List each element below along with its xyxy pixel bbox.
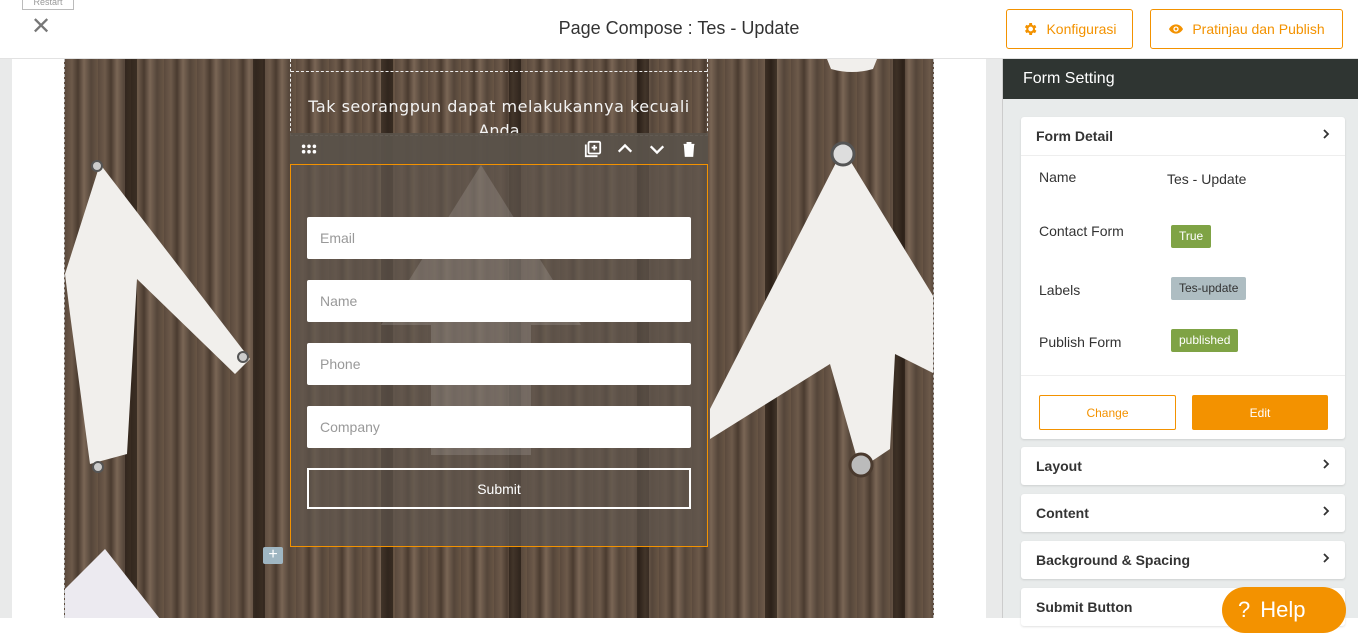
plus-icon[interactable]: +: [263, 547, 283, 564]
chevron-right-icon: [1323, 459, 1330, 469]
top-right-arrow-tip: [827, 59, 877, 72]
trash-icon[interactable]: [678, 138, 700, 160]
layout-section[interactable]: Layout: [1021, 447, 1345, 485]
block-toolbar: [290, 133, 708, 164]
background-spacing-heading: Background & Spacing: [1036, 552, 1191, 568]
form-detail-header[interactable]: Form Detail: [1021, 117, 1345, 155]
contact-form-badge: True: [1171, 225, 1212, 248]
name-value: Tes - Update: [1167, 171, 1247, 187]
form-block[interactable]: Email Name Phone Company Submit: [290, 164, 708, 547]
layout-header[interactable]: Layout: [1021, 447, 1345, 485]
publish-status-badge: published: [1171, 329, 1239, 352]
content-header[interactable]: Content: [1021, 494, 1345, 532]
chevron-right-icon: [1323, 553, 1330, 563]
eye-icon: [1169, 24, 1184, 34]
settings-panel: Form Setting Form Detail Name Tes - Upda…: [1002, 59, 1358, 626]
detail-divider: [1021, 375, 1345, 376]
quote-text: Tak seorangpun dapat melakukannya kecual…: [308, 97, 690, 116]
form-detail-heading: Form Detail: [1036, 128, 1114, 144]
email-field[interactable]: Email: [307, 217, 691, 259]
preview-publish-button[interactable]: Pratinjau dan Publish: [1150, 9, 1343, 49]
config-button-label: Konfigurasi: [1046, 21, 1117, 37]
close-icon[interactable]: ✕: [30, 14, 52, 38]
name-field[interactable]: Name: [307, 280, 691, 322]
edit-button[interactable]: Edit: [1192, 395, 1328, 430]
contact-form-label: Contact Form: [1039, 223, 1124, 239]
layout-heading: Layout: [1036, 458, 1082, 474]
preview-publish-label: Pratinjau dan Publish: [1192, 21, 1325, 37]
content-section[interactable]: Content: [1021, 494, 1345, 532]
background-spacing-header[interactable]: Background & Spacing: [1021, 541, 1345, 579]
help-button[interactable]: ? Help: [1222, 587, 1346, 633]
company-field[interactable]: Company: [307, 406, 691, 448]
text-block-divider: [291, 71, 707, 72]
panel-title: Form Setting: [1003, 59, 1358, 99]
page-title: Page Compose : Tes - Update: [558, 18, 800, 38]
duplicate-icon[interactable]: [582, 138, 604, 160]
form-detail-section: Form Detail Name Tes - Update Contact Fo…: [1021, 117, 1345, 439]
right-arrow-graphic: [710, 141, 933, 478]
chevron-right-icon: [1323, 129, 1330, 139]
phone-field[interactable]: Phone: [307, 343, 691, 385]
chevron-up-icon[interactable]: [614, 138, 636, 160]
publish-form-label: Publish Form: [1039, 334, 1122, 350]
left-arrow-graphic: [65, 160, 250, 473]
chevron-down-icon[interactable]: [646, 138, 668, 160]
gear-icon: [1025, 23, 1037, 35]
text-block[interactable]: Tak seorangpun dapat melakukannya kecual…: [290, 59, 708, 136]
config-button[interactable]: Konfigurasi: [1006, 9, 1133, 49]
submit-button-heading: Submit Button: [1036, 599, 1133, 615]
submit-button[interactable]: Submit: [307, 468, 691, 509]
labels-badge: Tes-update: [1171, 277, 1247, 300]
top-bar: Restart ✕ Page Compose : Tes - Update Ko…: [0, 0, 1358, 59]
labels-label: Labels: [1039, 282, 1081, 298]
bottom-left-arrow-tip: [65, 549, 160, 618]
change-button[interactable]: Change: [1039, 395, 1176, 430]
help-label: Help: [1260, 597, 1306, 622]
drag-handle-icon[interactable]: [298, 138, 320, 160]
background-spacing-section[interactable]: Background & Spacing: [1021, 541, 1345, 579]
chevron-right-icon: [1323, 506, 1330, 516]
help-question-icon: ?: [1238, 597, 1251, 622]
form-detail-body: [1021, 155, 1345, 156]
restart-chip[interactable]: Restart: [22, 0, 74, 10]
name-label: Name: [1039, 169, 1077, 185]
content-heading: Content: [1036, 505, 1089, 521]
